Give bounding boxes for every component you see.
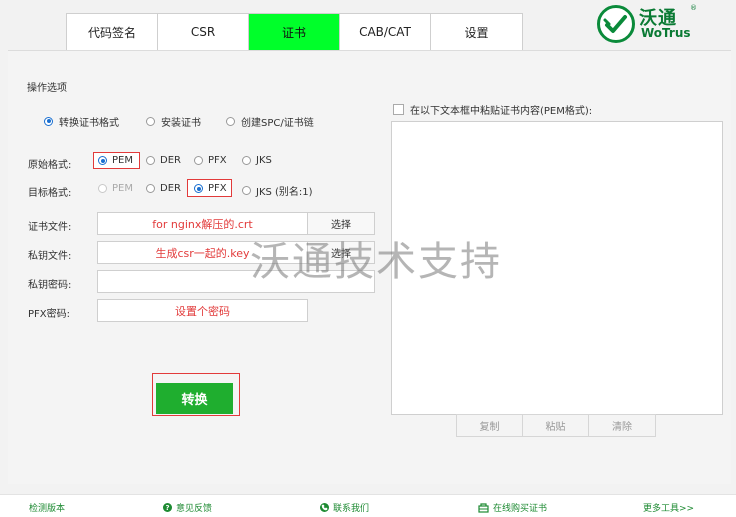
radio-icon <box>44 116 53 126</box>
cert-file-value: for nginx解压的.crt <box>152 217 253 231</box>
copy-button[interactable]: 复制 <box>456 414 523 437</box>
radio-icon <box>242 156 251 165</box>
tab-certificate[interactable]: 证书 <box>249 14 340 50</box>
watermark-text: 沃通技术支持 <box>250 239 502 285</box>
radio-icon <box>146 184 155 193</box>
operation-convert-format[interactable]: 转换证书格式 <box>44 115 134 129</box>
cart-icon <box>478 502 489 513</box>
radio-icon <box>194 156 203 165</box>
radio-icon <box>146 156 155 165</box>
target-format-der[interactable]: DER <box>146 183 181 194</box>
tab-code-signing[interactable]: 代码签名 <box>67 14 158 50</box>
key-file-label: 私钥文件: <box>28 251 72 262</box>
logo-english-name: WoTrus <box>641 26 691 40</box>
radio-icon <box>242 186 251 195</box>
checkbox-icon <box>393 104 404 115</box>
radio-icon <box>226 116 235 126</box>
contact-us-link[interactable]: 联系我们 <box>320 501 369 514</box>
key-password-label: 私钥密码: <box>28 280 72 291</box>
tab-csr[interactable]: CSR <box>158 14 249 50</box>
clear-button[interactable]: 清除 <box>588 414 656 437</box>
feedback-link[interactable]: ? 意见反馈 <box>163 501 212 514</box>
logo-registered-mark: ® <box>690 4 697 12</box>
check-version-link[interactable]: 检测版本 <box>29 501 65 514</box>
tab-cab-cat[interactable]: CAB/CAT <box>340 14 431 50</box>
source-format-label: 原始格式: <box>28 160 72 171</box>
cert-file-label: 证书文件: <box>28 222 72 233</box>
source-format-pfx[interactable]: PFX <box>194 155 227 166</box>
question-icon: ? <box>163 503 172 512</box>
main-tab-bar: 代码签名 CSR 证书 CAB/CAT 设置 <box>66 13 523 50</box>
source-format-pem[interactable]: PEM <box>98 155 133 166</box>
buy-online-link[interactable]: 在线购买证书 <box>478 501 547 514</box>
wotrus-logo-icon <box>597 5 635 43</box>
section-title: 操作选项 <box>27 83 67 94</box>
tab-settings[interactable]: 设置 <box>431 14 522 50</box>
radio-icon <box>194 184 203 193</box>
wotrus-logo: 沃通 ® WoTrus <box>597 4 707 44</box>
footer-bar: 检测版本 ? 意见反馈 联系我们 在线购买证书 更多工具>> <box>0 494 736 517</box>
target-format-jks[interactable]: JKS (别名:1) <box>242 183 313 198</box>
radio-icon <box>98 156 107 165</box>
phone-icon <box>320 503 329 512</box>
convert-button[interactable]: 转换 <box>156 383 233 414</box>
more-tools-link[interactable]: 更多工具>> <box>643 501 694 514</box>
pfx-password-value: 设置个密码 <box>175 304 230 318</box>
target-format-pem: PEM <box>98 183 133 194</box>
operation-create-spc-chain[interactable]: 创建SPC/证书链 <box>226 115 321 129</box>
source-format-der[interactable]: DER <box>146 155 181 166</box>
radio-icon <box>146 116 155 126</box>
key-file-value: 生成csr一起的.key <box>155 246 250 260</box>
paste-button[interactable]: 粘贴 <box>522 414 589 437</box>
paste-pem-checkbox[interactable]: 在以下文本框中粘贴证书内容(PEM格式): <box>393 102 592 117</box>
radio-icon <box>98 184 107 193</box>
pfx-password-input[interactable]: 设置个密码 <box>97 299 308 322</box>
target-format-label: 目标格式: <box>28 188 72 199</box>
operation-install-certificate[interactable]: 安装证书 <box>146 115 216 129</box>
target-format-pfx[interactable]: PFX <box>194 183 227 194</box>
pfx-password-label: PFX密码: <box>28 309 71 320</box>
source-format-jks[interactable]: JKS <box>242 155 272 166</box>
